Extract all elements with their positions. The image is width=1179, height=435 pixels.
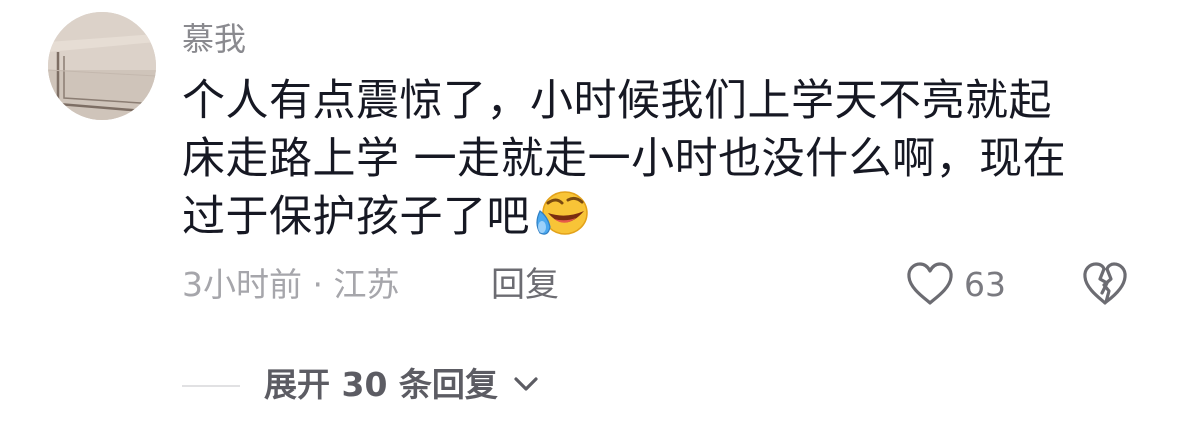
expand-replies-button[interactable]: 展开 30 条回复 <box>264 362 539 408</box>
comment-location: 江苏 <box>333 265 400 304</box>
comment-text-segment: 过于保护孩子了吧 <box>182 192 530 242</box>
like-count: 63 <box>964 265 1006 304</box>
comment-text-line: 过于保护孩子了吧 <box>182 188 1112 246</box>
comment-text-line: 个人有点震惊了，小时候我们上学天不亮就起 <box>182 76 1052 126</box>
expand-replies-label: 展开 30 条回复 <box>264 365 498 404</box>
comment-text-line: 床走路上学 一走就走一小时也没什么啊，现在 <box>182 134 1067 184</box>
laughing-crying-emoji-icon <box>536 191 588 235</box>
expand-divider <box>182 385 240 387</box>
meta-separator: · <box>312 265 324 304</box>
avatar[interactable] <box>48 12 156 120</box>
chevron-down-icon <box>514 377 539 391</box>
comment-time: 3小时前 <box>182 265 302 304</box>
comment-meta: 3小时前 · 江苏 <box>182 262 400 308</box>
broken-heart-icon[interactable] <box>1080 259 1130 309</box>
comment-text: 个人有点震惊了，小时候我们上学天不亮就起 床走路上学 一走就走一小时也没什么啊，… <box>182 72 1112 246</box>
heart-icon[interactable] <box>904 259 956 309</box>
reply-button[interactable]: 回复 <box>491 262 559 308</box>
comment-username[interactable]: 慕我 <box>182 16 246 62</box>
